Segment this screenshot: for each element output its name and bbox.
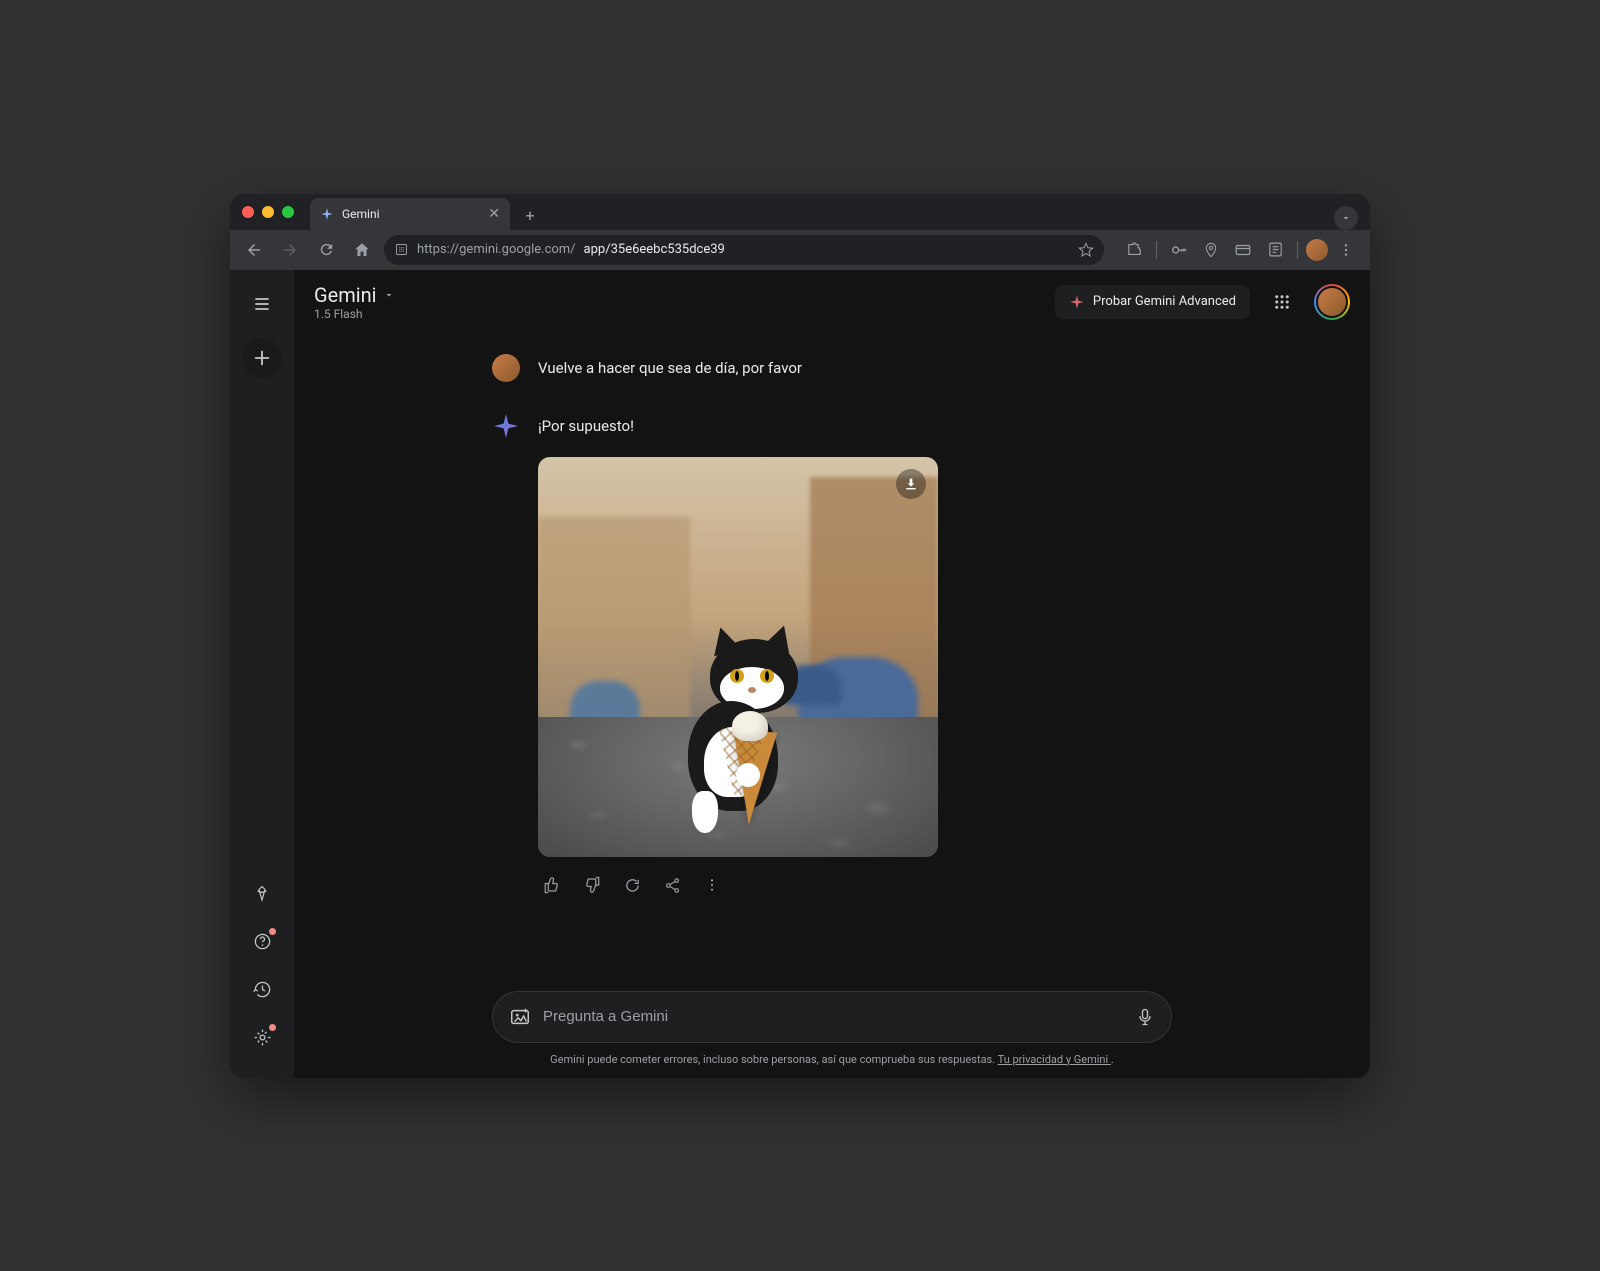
extensions-button[interactable] <box>1120 236 1148 264</box>
upload-image-button[interactable] <box>509 1006 531 1028</box>
account-button[interactable] <box>1314 284 1350 320</box>
window-controls <box>242 206 294 218</box>
tab-strip: Gemini ✕ + <box>310 194 1358 230</box>
advanced-label: Probar Gemini Advanced <box>1093 294 1236 309</box>
download-icon <box>903 476 919 492</box>
maximize-window-button[interactable] <box>282 206 294 218</box>
site-settings-icon <box>394 242 409 257</box>
new-chat-button[interactable] <box>242 338 282 378</box>
separator <box>1156 241 1157 259</box>
chevron-down-icon <box>383 289 395 301</box>
tabs-dropdown-button[interactable] <box>1334 206 1358 230</box>
conversation: Vuelve a hacer que sea de día, por favor… <box>294 334 1370 991</box>
google-apps-button[interactable] <box>1262 282 1302 322</box>
model-selector[interactable]: Gemini 1.5 Flash <box>314 283 395 321</box>
forward-button[interactable] <box>276 236 304 264</box>
notification-dot <box>269 928 276 935</box>
privacy-link[interactable]: Tu privacidad y Gemini <box>998 1053 1111 1066</box>
model-name: 1.5 Flash <box>314 307 395 321</box>
browser-window: Gemini ✕ + https://gemini.google.com/app… <box>230 194 1370 1078</box>
home-button[interactable] <box>348 236 376 264</box>
chevron-down-icon <box>1340 212 1352 224</box>
user-avatar <box>492 354 520 382</box>
ai-message: ¡Por supuesto! <box>472 412 1192 900</box>
app-header: Gemini 1.5 Flash Probar Gemini Advanced <box>294 270 1370 334</box>
gemini-spark-icon <box>493 413 519 439</box>
password-button[interactable] <box>1165 236 1193 264</box>
close-window-button[interactable] <box>242 206 254 218</box>
prompt-input-box <box>492 991 1172 1043</box>
toolbar-right <box>1120 236 1360 264</box>
reload-button[interactable] <box>312 236 340 264</box>
gemini-spark-icon <box>1069 294 1085 310</box>
share-button[interactable] <box>658 871 686 899</box>
gemini-spark-icon <box>320 207 334 221</box>
input-area: Gemini puede cometer errores, incluso so… <box>472 991 1192 1078</box>
close-tab-button[interactable]: ✕ <box>488 206 500 222</box>
tab-title: Gemini <box>342 207 380 221</box>
minimize-window-button[interactable] <box>262 206 274 218</box>
url-path: app/35e6eebc535dce39 <box>584 242 725 257</box>
menu-button[interactable] <box>242 284 282 324</box>
user-message: Vuelve a hacer que sea de día, por favor <box>472 354 1192 382</box>
gemini-app: Gemini 1.5 Flash Probar Gemini Advanced <box>230 270 1370 1078</box>
ai-text: ¡Por supuesto! <box>538 415 1172 438</box>
browser-tab[interactable]: Gemini ✕ <box>310 198 510 230</box>
bookmark-star-icon[interactable] <box>1078 242 1094 258</box>
prompt-input[interactable] <box>543 1008 1123 1025</box>
activity-button[interactable] <box>242 970 282 1010</box>
more-button[interactable] <box>698 871 726 899</box>
thumbs-down-button[interactable] <box>578 871 606 899</box>
gem-manager-button[interactable] <box>242 874 282 914</box>
help-button[interactable] <box>242 922 282 962</box>
gemini-avatar <box>492 412 520 440</box>
disclaimer: Gemini puede cometer errores, incluso so… <box>492 1053 1172 1066</box>
url-base: https://gemini.google.com/ <box>417 242 576 257</box>
sidebar <box>230 270 294 1078</box>
download-image-button[interactable] <box>896 469 926 499</box>
response-actions <box>538 871 1172 899</box>
settings-button[interactable] <box>242 1018 282 1058</box>
thumbs-up-button[interactable] <box>538 871 566 899</box>
address-bar[interactable]: https://gemini.google.com/app/35e6eebc53… <box>384 235 1104 265</box>
user-text: Vuelve a hacer que sea de día, por favor <box>538 354 1172 382</box>
separator <box>1297 241 1298 259</box>
payment-button[interactable] <box>1229 236 1257 264</box>
try-advanced-button[interactable]: Probar Gemini Advanced <box>1055 285 1250 319</box>
back-button[interactable] <box>240 236 268 264</box>
main-content: Gemini 1.5 Flash Probar Gemini Advanced <box>294 270 1370 1078</box>
reader-button[interactable] <box>1261 236 1289 264</box>
profile-button[interactable] <box>1306 239 1328 261</box>
new-tab-button[interactable]: + <box>516 202 544 230</box>
notification-dot <box>269 1024 276 1031</box>
browser-menu-button[interactable] <box>1332 236 1360 264</box>
location-button[interactable] <box>1197 236 1225 264</box>
titlebar: Gemini ✕ + <box>230 194 1370 230</box>
generated-image[interactable] <box>538 457 938 857</box>
regenerate-button[interactable] <box>618 871 646 899</box>
disclaimer-text: Gemini puede cometer errores, incluso so… <box>550 1053 997 1066</box>
browser-toolbar: https://gemini.google.com/app/35e6eebc53… <box>230 230 1370 270</box>
mic-button[interactable] <box>1135 1007 1155 1027</box>
app-title: Gemini <box>314 283 377 307</box>
